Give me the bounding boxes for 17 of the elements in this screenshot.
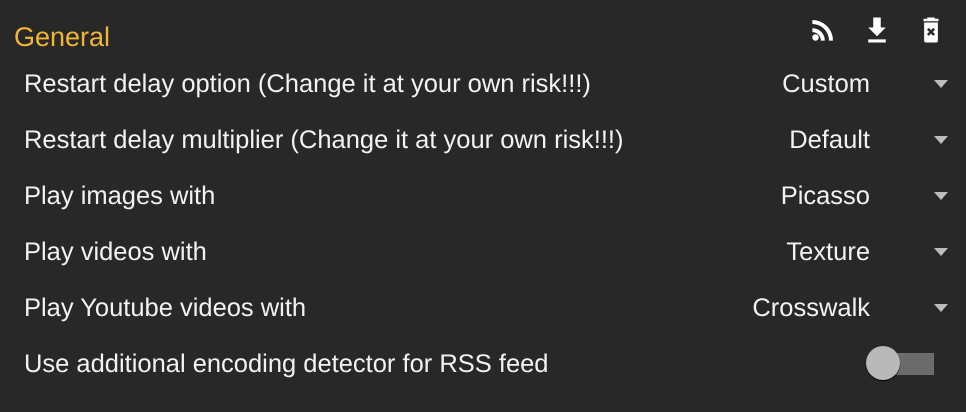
dropdown[interactable]: Texture xyxy=(786,238,948,266)
dropdown[interactable]: Picasso xyxy=(780,182,948,210)
dropdown[interactable]: Default xyxy=(789,126,948,154)
caret-icon xyxy=(934,192,948,200)
setting-label: Play Youtube videos with xyxy=(24,294,306,322)
setting-label: Restart delay multiplier (Change it at your own risk!!!) xyxy=(24,126,624,154)
setting-label: Play images with xyxy=(24,182,216,210)
section-title: General xyxy=(14,22,110,52)
caret-icon xyxy=(934,80,948,88)
caret-icon xyxy=(934,304,948,312)
caret-icon xyxy=(934,136,948,144)
caret-icon xyxy=(934,248,948,256)
dropdown[interactable]: Custom xyxy=(782,70,948,98)
setting-label: Play videos with xyxy=(24,238,207,266)
setting-label: Use additional encoding detector for RSS feed xyxy=(24,350,548,378)
setting-label: Restart delay option (Change it at your own risk!!!) xyxy=(24,70,591,98)
dropdown[interactable]: Crosswalk xyxy=(752,294,948,322)
